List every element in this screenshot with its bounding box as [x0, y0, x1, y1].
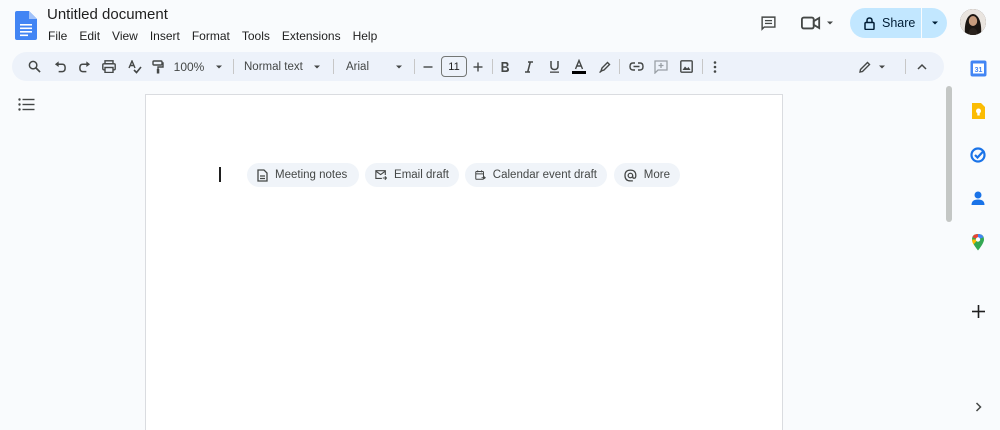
chevron-down-icon: [396, 65, 403, 68]
chip-more[interactable]: More: [614, 163, 680, 187]
undo-icon[interactable]: [50, 52, 70, 81]
font-size-input[interactable]: 11: [441, 56, 467, 77]
menu-insert[interactable]: Insert: [144, 27, 186, 45]
comments-icon[interactable]: [758, 13, 778, 33]
avatar[interactable]: [960, 9, 986, 35]
menubar: File Edit View Insert Format Tools Exten…: [42, 27, 383, 45]
chevron-down-icon: [931, 21, 938, 25]
chip-meeting-notes[interactable]: Meeting notes: [247, 163, 359, 187]
add-icon[interactable]: [968, 301, 988, 321]
document-outline-icon[interactable]: [18, 98, 35, 116]
chip-calendar-event-draft[interactable]: Calendar event draft: [465, 163, 607, 187]
video-camera-icon: [801, 16, 821, 30]
toolbar-divider: [702, 59, 703, 74]
pencil-icon: [859, 61, 871, 73]
share-main-button[interactable]: Share: [850, 8, 921, 38]
maps-app-icon[interactable]: [968, 232, 988, 252]
text-color-swatch: [572, 71, 586, 74]
chevron-down-icon: [827, 21, 833, 25]
meet-button[interactable]: [800, 13, 836, 33]
increase-font-size-button[interactable]: [470, 52, 486, 81]
chip-label: Meeting notes: [275, 169, 348, 181]
vertical-scrollbar[interactable]: [946, 86, 952, 222]
spellcheck-icon[interactable]: [125, 52, 145, 81]
redo-icon[interactable]: [74, 52, 94, 81]
menu-file[interactable]: File: [42, 27, 73, 45]
chevron-down-icon: [313, 65, 320, 68]
toolbar: 100% Normal text Arial 11: [12, 52, 944, 81]
docs-logo-icon[interactable]: [15, 11, 37, 40]
menu-view[interactable]: View: [106, 27, 144, 45]
paint-format-icon[interactable]: [148, 52, 168, 81]
zoom-select[interactable]: 100%: [172, 52, 226, 81]
italic-icon[interactable]: [520, 52, 538, 81]
toolbar-divider: [333, 59, 334, 74]
menu-edit[interactable]: Edit: [73, 27, 106, 45]
chip-label: More: [643, 169, 670, 181]
menu-help[interactable]: Help: [347, 27, 384, 45]
insert-link-icon[interactable]: [626, 52, 646, 81]
header: Untitled document File Edit View Insert …: [0, 0, 1000, 48]
insert-image-icon[interactable]: [676, 52, 696, 81]
plus-icon: [473, 62, 483, 71]
chip-label: Calendar event draft: [492, 169, 597, 181]
google-docs-window: Untitled document File Edit View Insert …: [0, 0, 1000, 430]
highlight-color-icon[interactable]: [596, 52, 614, 81]
calendar-icon: [475, 170, 486, 180]
calendar-app-icon[interactable]: 31: [968, 58, 988, 78]
add-comment-icon[interactable]: [651, 52, 671, 81]
toolbar-divider: [233, 59, 234, 74]
toolbar-divider: [905, 59, 906, 74]
editing-mode-select[interactable]: [855, 52, 891, 81]
keep-app-icon[interactable]: [968, 101, 988, 121]
chip-label: Email draft: [394, 169, 449, 181]
document-title[interactable]: Untitled document: [47, 6, 168, 23]
paragraph-style-value: Normal text: [244, 60, 303, 73]
text-color-icon[interactable]: [569, 52, 589, 81]
font-family-value: Arial: [346, 60, 370, 73]
contacts-app-icon[interactable]: [968, 188, 988, 208]
minus-icon: [423, 65, 433, 68]
font-family-select[interactable]: Arial: [340, 52, 410, 81]
tasks-app-icon[interactable]: [968, 145, 988, 165]
zoom-value: 100%: [173, 59, 205, 74]
menu-tools[interactable]: Tools: [236, 27, 276, 45]
document-page[interactable]: [145, 94, 783, 430]
menu-extensions[interactable]: Extensions: [276, 27, 347, 45]
at-sign-icon: [624, 168, 637, 182]
share-label: Share: [882, 16, 916, 30]
lock-icon: [864, 16, 875, 30]
document-icon: [257, 168, 268, 182]
toolbar-divider: [619, 59, 620, 74]
share-button[interactable]: Share: [850, 8, 947, 38]
paragraph-style-select[interactable]: Normal text: [240, 52, 328, 81]
underline-icon[interactable]: [545, 52, 563, 81]
print-icon[interactable]: [99, 52, 119, 81]
svg-text:31: 31: [974, 66, 982, 73]
chevron-down-icon: [879, 65, 885, 68]
search-menus-icon[interactable]: [24, 52, 44, 81]
side-panel: 31: [956, 48, 1000, 430]
share-dropdown[interactable]: [922, 8, 947, 38]
text-cursor: [219, 167, 221, 182]
email-icon: [375, 170, 388, 181]
hide-menus-icon[interactable]: [912, 52, 932, 81]
decrease-font-size-button[interactable]: [420, 52, 436, 81]
chip-email-draft[interactable]: Email draft: [365, 163, 459, 187]
toolbar-divider: [492, 59, 493, 74]
menu-format[interactable]: Format: [186, 27, 236, 45]
expand-icon[interactable]: [968, 397, 988, 417]
bold-icon[interactable]: [496, 52, 514, 81]
toolbar-divider: [414, 59, 415, 74]
more-options-icon[interactable]: [706, 52, 724, 81]
chevron-down-icon: [216, 65, 223, 68]
